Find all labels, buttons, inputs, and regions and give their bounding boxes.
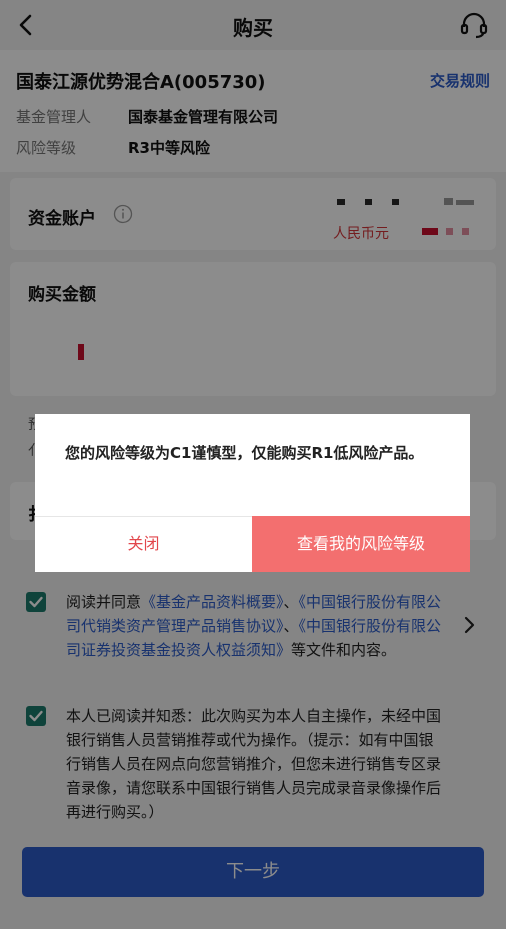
risk-level-dialog: 您的风险等级为C1谨慎型，仅能购买R1低风险产品。 关闭 查看我的风险等级: [35, 414, 470, 572]
dialog-message: 您的风险等级为C1谨慎型，仅能购买R1低风险产品。: [65, 444, 424, 462]
close-button[interactable]: 关闭: [35, 516, 252, 572]
view-risk-level-button[interactable]: 查看我的风险等级: [252, 516, 470, 572]
